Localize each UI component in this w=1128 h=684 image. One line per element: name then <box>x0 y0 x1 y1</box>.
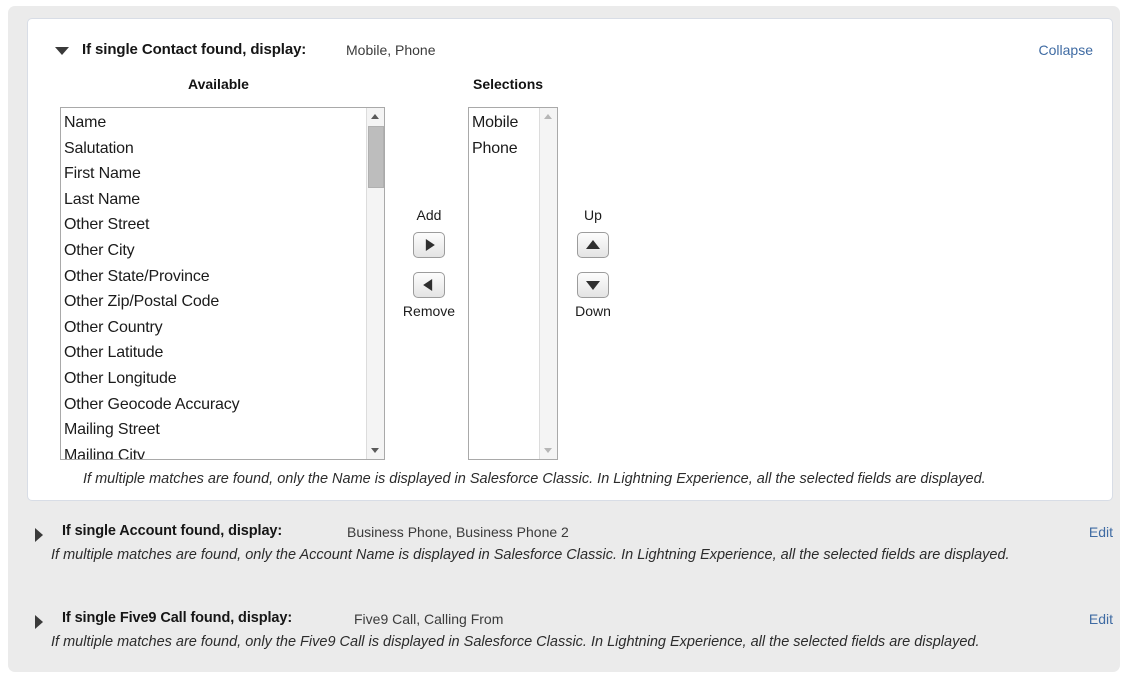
contact-section-value: Mobile, Phone <box>346 42 436 58</box>
caret-right-icon <box>425 239 435 251</box>
list-option[interactable]: Name <box>64 110 365 136</box>
contact-helper-text: If multiple matches are found, only the … <box>83 471 986 487</box>
list-option[interactable]: Last Name <box>64 187 365 213</box>
move-down-button[interactable] <box>577 272 609 298</box>
list-option[interactable]: Other Zip/Postal Code <box>64 289 365 315</box>
list-option[interactable]: Mobile <box>472 110 538 136</box>
five9-call-section-value: Five9 Call, Calling From <box>354 611 504 627</box>
available-scrollbar[interactable] <box>366 108 384 459</box>
selections-option-list[interactable]: Mobile Phone <box>469 108 538 161</box>
scroll-up-button[interactable] <box>540 108 557 125</box>
scroll-down-button[interactable] <box>367 442 384 459</box>
add-button[interactable] <box>413 232 445 258</box>
available-option-list[interactable]: Name Salutation First Name Last Name Other S… <box>61 108 365 459</box>
add-button-caption: Add <box>416 207 442 223</box>
scrollbar-thumb[interactable] <box>368 126 384 188</box>
caret-up-icon <box>544 114 552 119</box>
settings-panel-shell: If single Contact found, display: Mobile… <box>8 6 1120 672</box>
scroll-down-button[interactable] <box>540 442 557 459</box>
reorder-button-group: Up Down <box>559 207 627 319</box>
remove-button-caption: Remove <box>402 303 456 319</box>
list-option[interactable]: Salutation <box>64 136 365 162</box>
caret-right-icon[interactable] <box>35 528 43 542</box>
caret-down-icon[interactable] <box>55 47 69 55</box>
selections-listbox[interactable]: Mobile Phone <box>468 107 558 460</box>
list-option[interactable]: Other Latitude <box>64 340 365 366</box>
five9-call-section-label: If single Five9 Call found, display: <box>62 610 293 626</box>
scroll-up-button[interactable] <box>367 108 384 125</box>
contact-section-card: If single Contact found, display: Mobile… <box>27 18 1113 501</box>
list-option[interactable]: Other Geocode Accuracy <box>64 392 365 418</box>
caret-down-icon <box>544 448 552 453</box>
caret-right-icon[interactable] <box>35 615 43 629</box>
up-button-caption: Up <box>584 207 602 223</box>
account-section-value: Business Phone, Business Phone 2 <box>347 524 569 540</box>
available-listbox[interactable]: Name Salutation First Name Last Name Other S… <box>60 107 385 460</box>
remove-button[interactable] <box>413 272 445 298</box>
caret-left-icon <box>423 279 433 291</box>
caret-up-icon <box>586 240 600 250</box>
list-option[interactable]: Mailing City <box>64 443 365 459</box>
list-option[interactable]: Other Longitude <box>64 366 365 392</box>
list-option[interactable]: Other Country <box>64 315 365 341</box>
account-section-label: If single Account found, display: <box>62 523 283 539</box>
transfer-button-group: Add Remove <box>395 207 463 319</box>
available-column-title: Available <box>188 76 249 92</box>
list-option[interactable]: Other City <box>64 238 365 264</box>
caret-up-icon <box>371 114 379 119</box>
list-option[interactable]: First Name <box>64 161 365 187</box>
list-option[interactable]: Other State/Province <box>64 264 365 290</box>
contact-section-label: If single Contact found, display: <box>82 41 307 58</box>
edit-link[interactable]: Edit <box>1089 611 1113 627</box>
collapse-link[interactable]: Collapse <box>1039 42 1093 58</box>
account-helper-text: If multiple matches are found, only the … <box>51 547 1010 563</box>
selections-column-title: Selections <box>473 76 544 92</box>
selections-scrollbar[interactable] <box>539 108 557 459</box>
caret-down-icon <box>586 280 600 290</box>
contact-section-header: If single Contact found, display: Mobile… <box>28 19 1112 58</box>
list-option[interactable]: Mailing Street <box>64 417 365 443</box>
five9-call-helper-text: If multiple matches are found, only the … <box>51 634 980 650</box>
caret-down-icon <box>371 448 379 453</box>
list-option[interactable]: Phone <box>472 136 538 162</box>
down-button-caption: Down <box>575 303 611 319</box>
move-up-button[interactable] <box>577 232 609 258</box>
edit-link[interactable]: Edit <box>1089 524 1113 540</box>
list-option[interactable]: Other Street <box>64 212 365 238</box>
